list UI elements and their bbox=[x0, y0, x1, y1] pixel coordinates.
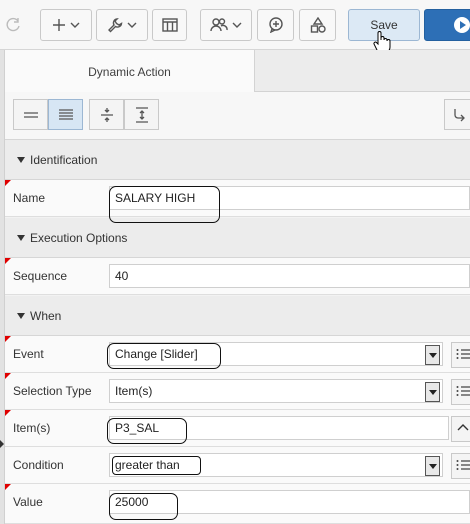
event-select[interactable]: Change [Slider] bbox=[109, 342, 443, 366]
section-title: Execution Options bbox=[30, 230, 128, 245]
shapes-icon bbox=[310, 17, 326, 33]
required-marker bbox=[5, 180, 11, 186]
tab-label: Dynamic Action bbox=[88, 64, 171, 79]
collapse-icon bbox=[100, 107, 113, 122]
section-execution-options[interactable]: Execution Options bbox=[5, 218, 470, 258]
items-input[interactable]: P3_SAL bbox=[109, 416, 449, 440]
undo-button[interactable] bbox=[0, 9, 28, 41]
list-icon bbox=[456, 460, 470, 470]
collapse-field-button[interactable] bbox=[451, 416, 470, 442]
property-sequence: Sequence 40 bbox=[5, 258, 470, 295]
required-marker bbox=[5, 258, 11, 264]
section-when[interactable]: When bbox=[5, 296, 470, 336]
section-identification[interactable]: Identification bbox=[5, 140, 470, 180]
show-common-button[interactable] bbox=[13, 99, 48, 130]
required-marker bbox=[5, 336, 11, 342]
go-to-group-button[interactable] bbox=[444, 99, 470, 130]
dropdown-arrow-icon[interactable] bbox=[425, 456, 440, 476]
property-event: Event Change [Slider] bbox=[5, 336, 470, 373]
list-button[interactable] bbox=[451, 379, 470, 405]
caret-down-icon bbox=[17, 312, 25, 319]
create-menu-button[interactable] bbox=[40, 9, 92, 41]
expand-all-button[interactable] bbox=[124, 99, 159, 130]
property-name: Name SALARY HIGH bbox=[5, 180, 470, 217]
name-input[interactable]: SALARY HIGH bbox=[109, 186, 470, 210]
comment-icon bbox=[268, 17, 283, 33]
chevron-up-icon bbox=[457, 424, 469, 431]
play-icon bbox=[454, 17, 470, 33]
required-marker bbox=[5, 373, 11, 379]
field-label: Item(s) bbox=[13, 421, 51, 435]
utilities-menu-button[interactable] bbox=[96, 9, 148, 41]
list-icon bbox=[456, 349, 470, 359]
show-all-button[interactable] bbox=[48, 99, 83, 130]
required-marker bbox=[5, 484, 11, 490]
chevron-down-icon bbox=[70, 22, 80, 28]
run-button[interactable] bbox=[424, 9, 470, 41]
plus-icon bbox=[53, 19, 65, 31]
undo-icon bbox=[6, 17, 20, 32]
dropdown-arrow-icon[interactable] bbox=[425, 345, 440, 365]
list-button[interactable] bbox=[451, 453, 470, 479]
wrench-icon bbox=[108, 18, 123, 33]
field-label: Event bbox=[13, 347, 44, 361]
property-condition: Condition greater than bbox=[5, 447, 470, 484]
comments-button[interactable] bbox=[257, 9, 294, 41]
section-title: Identification bbox=[30, 152, 98, 167]
section-title: When bbox=[30, 308, 62, 323]
users-icon bbox=[210, 18, 228, 32]
value-input[interactable]: 25000 bbox=[109, 490, 470, 514]
caret-down-icon bbox=[17, 234, 25, 241]
selection-type-select[interactable]: Item(s) bbox=[109, 379, 443, 403]
list-icon bbox=[456, 386, 470, 396]
field-label: Selection Type bbox=[13, 384, 92, 398]
sequence-input[interactable]: 40 bbox=[109, 264, 470, 288]
field-label: Name bbox=[13, 191, 46, 205]
resize-handle[interactable] bbox=[0, 440, 4, 448]
chevron-down-icon bbox=[232, 22, 242, 28]
field-label: Condition bbox=[13, 458, 64, 472]
shapes-button[interactable] bbox=[299, 9, 336, 41]
tab-dynamic-action[interactable]: Dynamic Action bbox=[5, 50, 255, 93]
lines-icon bbox=[23, 111, 38, 118]
list-button[interactable] bbox=[451, 342, 470, 368]
condition-select[interactable]: greater than bbox=[109, 453, 443, 477]
chevron-down-icon bbox=[127, 22, 137, 28]
property-value: Value 25000 bbox=[5, 484, 470, 524]
layout-button[interactable] bbox=[152, 9, 187, 41]
property-items: Item(s) P3_SAL bbox=[5, 410, 470, 447]
collapse-all-button[interactable] bbox=[89, 99, 124, 130]
field-label: Sequence bbox=[13, 269, 68, 283]
table-icon bbox=[161, 18, 178, 32]
redirect-arrow-icon bbox=[454, 108, 465, 121]
shared-components-button[interactable] bbox=[200, 9, 252, 41]
expand-icon bbox=[135, 106, 148, 123]
lines-dense-icon bbox=[58, 108, 73, 120]
required-marker bbox=[5, 410, 11, 416]
caret-down-icon bbox=[17, 156, 25, 163]
dropdown-arrow-icon[interactable] bbox=[425, 382, 440, 402]
property-selection-type: Selection Type Item(s) bbox=[5, 373, 470, 410]
field-label: Value bbox=[13, 495, 43, 509]
